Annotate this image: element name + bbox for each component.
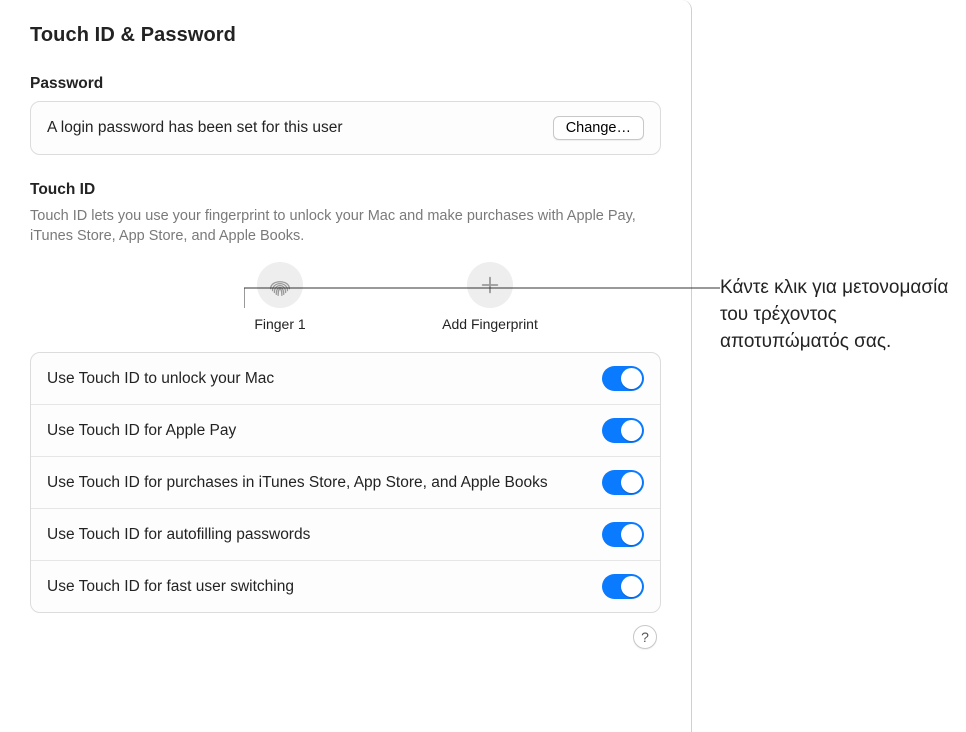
settings-panel: Touch ID & Password Password A login pas… (0, 0, 692, 732)
page-title: Touch ID & Password (30, 24, 661, 47)
option-unlock-label: Use Touch ID to unlock your Mac (47, 369, 294, 389)
toggle-unlock-mac[interactable] (602, 366, 644, 391)
help-icon: ? (641, 629, 649, 645)
fingerprint-1-label: Finger 1 (254, 316, 305, 332)
add-fingerprint-button[interactable]: Add Fingerprint (430, 262, 550, 332)
option-autofill: Use Touch ID for autofilling passwords (31, 508, 660, 560)
option-fastswitch-label: Use Touch ID for fast user switching (47, 577, 314, 597)
help-row: ? (30, 625, 661, 649)
toggle-purchases[interactable] (602, 470, 644, 495)
touchid-description: Touch ID lets you use your fingerprint t… (30, 207, 661, 246)
fingerprints-row: Finger 1 Add Fingerprint (30, 262, 661, 332)
touchid-section: Touch ID Touch ID lets you use your fing… (30, 181, 661, 649)
change-password-button[interactable]: Change… (553, 116, 644, 140)
add-fingerprint-label: Add Fingerprint (442, 316, 538, 332)
option-applepay-label: Use Touch ID for Apple Pay (47, 421, 256, 441)
option-purchases: Use Touch ID for purchases in iTunes Sto… (31, 456, 660, 508)
password-status: A login password has been set for this u… (47, 119, 343, 137)
password-box: A login password has been set for this u… (30, 101, 661, 155)
callout-text: Κάντε κλικ για μετονομασία του τρέχοντος… (720, 275, 955, 356)
option-autofill-label: Use Touch ID for autofilling passwords (47, 525, 330, 545)
option-purchases-label: Use Touch ID for purchases in iTunes Sto… (47, 473, 568, 493)
toggle-autofill[interactable] (602, 522, 644, 547)
password-heading: Password (30, 75, 661, 93)
toggle-fast-switch[interactable] (602, 574, 644, 599)
plus-icon (467, 262, 513, 308)
touchid-options: Use Touch ID to unlock your Mac Use Touc… (30, 352, 661, 613)
fingerprint-1[interactable]: Finger 1 (220, 262, 340, 332)
option-fast-switch: Use Touch ID for fast user switching (31, 560, 660, 612)
toggle-apple-pay[interactable] (602, 418, 644, 443)
option-apple-pay: Use Touch ID for Apple Pay (31, 404, 660, 456)
option-unlock-mac: Use Touch ID to unlock your Mac (31, 353, 660, 404)
help-button[interactable]: ? (633, 625, 657, 649)
touchid-heading: Touch ID (30, 181, 661, 199)
fingerprint-icon (257, 262, 303, 308)
